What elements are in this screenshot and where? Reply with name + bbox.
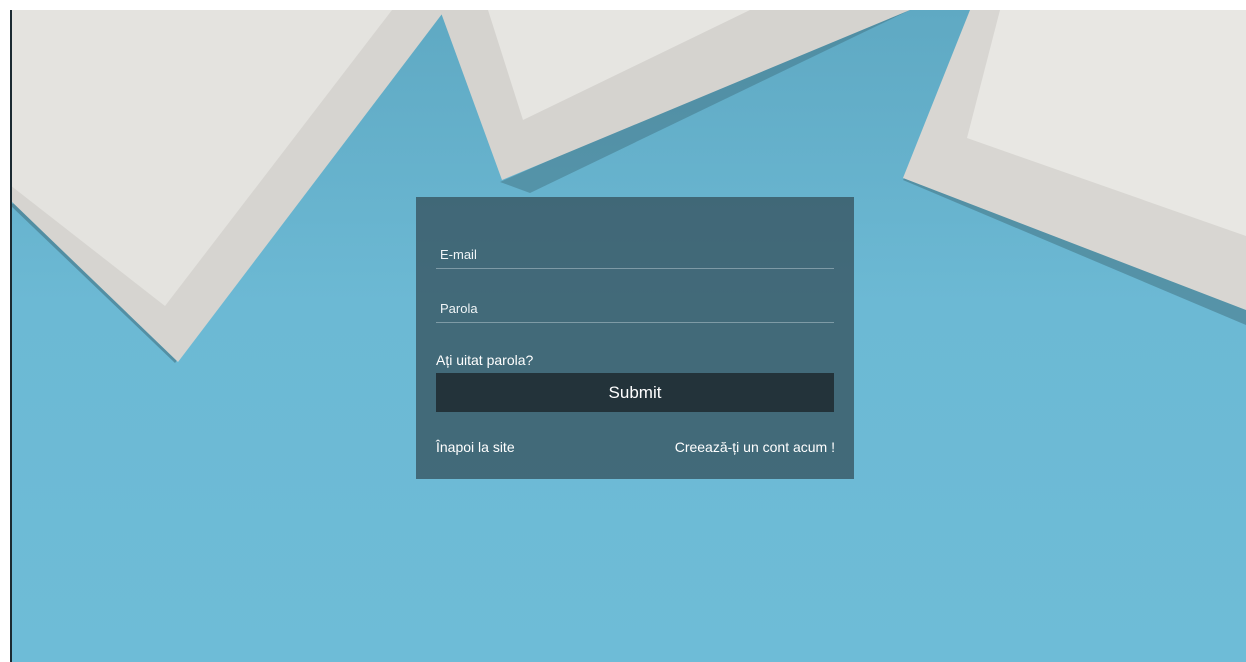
- password-field[interactable]: [436, 295, 834, 323]
- create-account-link[interactable]: Creează-ți un cont acum !: [675, 439, 835, 455]
- frame-border: [10, 10, 12, 662]
- login-panel: Ați uitat parola? Submit Înapoi la site …: [416, 197, 854, 479]
- page-background: Ați uitat parola? Submit Înapoi la site …: [10, 10, 1246, 662]
- back-to-site-link[interactable]: Înapoi la site: [436, 439, 515, 455]
- submit-button[interactable]: Submit: [436, 373, 834, 412]
- email-field[interactable]: [436, 241, 834, 269]
- forgot-password-link[interactable]: Ați uitat parola?: [436, 352, 533, 368]
